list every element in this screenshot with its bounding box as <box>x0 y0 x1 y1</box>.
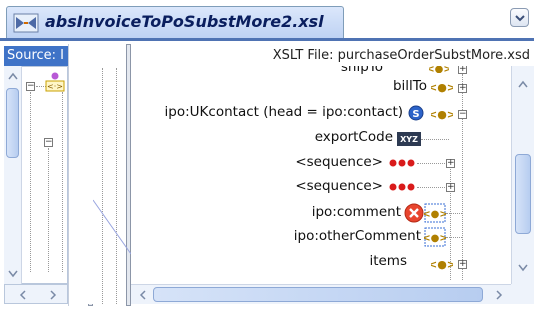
scroll-up-arrow-icon[interactable] <box>8 72 18 80</box>
substitution-group-icon: S <box>408 105 424 121</box>
tree-connector <box>417 163 445 164</box>
scroll-down-arrow-icon[interactable] <box>518 264 528 272</box>
tab-title: absInvoiceToPoSubstMore2.xsl <box>45 12 324 31</box>
svg-text:XYZ: XYZ <box>400 135 418 144</box>
xyz-icon: XYZ <box>397 132 421 146</box>
source-vscroll-thumb[interactable] <box>6 88 19 158</box>
tab-underline <box>0 38 534 41</box>
sequence-icon <box>389 159 415 167</box>
svg-text:S: S <box>412 109 419 120</box>
tree-node-label[interactable]: <sequence> <box>295 154 383 170</box>
source-tree-connector <box>30 92 31 272</box>
chevron-down-icon <box>515 15 525 22</box>
source-horizontal-scrollbar[interactable] <box>4 284 68 304</box>
svg-text:<●>: <●> <box>431 258 453 271</box>
target-tree-panel[interactable]: shipTo <●> + billTo <●> + ipo:UKcontact … <box>131 66 511 284</box>
tree-node-label[interactable]: ipo:comment <box>312 204 401 220</box>
tree-connector <box>446 213 462 214</box>
source-panel-header: Source: I <box>4 46 68 66</box>
target-hscroll-thumb[interactable] <box>153 287 483 302</box>
tree-connector <box>421 139 449 140</box>
tree-connector <box>417 187 445 188</box>
tab-list-dropdown-button[interactable] <box>510 8 529 27</box>
svg-text:<●>: <●> <box>424 209 446 220</box>
error-icon <box>404 203 424 223</box>
element-icon: <●> <box>424 227 446 247</box>
target-horizontal-scrollbar[interactable] <box>131 284 511 304</box>
target-vertical-scrollbar[interactable] <box>511 66 534 284</box>
tree-expander[interactable]: + <box>458 84 467 93</box>
scroll-left-arrow-icon[interactable] <box>19 290 27 300</box>
svg-text:<●>: <●> <box>429 66 449 73</box>
editor-tab[interactable]: absInvoiceToPoSubstMore2.xsl <box>6 6 344 38</box>
panel-gap <box>68 44 89 306</box>
tree-connector <box>462 74 463 280</box>
element-icon: <●> <box>424 203 446 223</box>
element-icon: <●> <box>431 81 453 94</box>
source-tree-expander[interactable]: − <box>44 138 53 147</box>
scroll-left-arrow-icon[interactable] <box>139 290 147 300</box>
element-icon: <·> <box>45 72 65 92</box>
sequence-icon <box>389 183 415 191</box>
svg-text:<●>: <●> <box>424 233 446 244</box>
tree-node-label[interactable]: ipo:UKcontact (head = ipo:contact) <box>165 104 403 120</box>
element-icon: <●> <box>431 258 453 271</box>
tree-node-label[interactable]: shipTo <box>341 66 383 75</box>
tree-expander[interactable]: − <box>458 110 467 119</box>
scroll-right-arrow-icon[interactable] <box>495 290 503 300</box>
element-icon: <●> <box>431 108 453 121</box>
scroll-down-arrow-icon[interactable] <box>8 270 18 278</box>
element-icon: <●> <box>429 66 449 73</box>
tree-node-label[interactable]: <sequence> <box>295 178 383 194</box>
scroll-right-arrow-icon[interactable] <box>49 290 57 300</box>
xslt-map-icon <box>13 13 39 33</box>
tree-expander[interactable]: + <box>458 66 467 74</box>
tree-expander[interactable]: + <box>446 183 455 192</box>
tree-node-label[interactable]: exportCode <box>315 129 393 145</box>
svg-text:<●>: <●> <box>431 81 453 94</box>
source-tree-expander[interactable]: − <box>26 82 35 91</box>
scroll-up-arrow-icon[interactable] <box>518 80 528 88</box>
target-vscroll-thumb[interactable] <box>515 154 531 234</box>
svg-text:<·>: <·> <box>47 82 63 91</box>
svg-text:<●>: <●> <box>431 108 453 121</box>
tree-expander[interactable]: + <box>446 159 455 168</box>
tree-node-label[interactable]: items <box>369 253 407 269</box>
scroll-corner <box>511 284 534 304</box>
tree-node-label[interactable]: billTo <box>393 78 427 94</box>
tree-node-label[interactable]: ipo:otherComment <box>294 228 421 244</box>
tree-connector <box>446 237 462 238</box>
target-panel-header: XSLT File: purchaseOrderSubstMore.xsd <box>272 48 530 63</box>
source-vertical-scrollbar[interactable] <box>4 66 22 284</box>
tree-expander[interactable]: + <box>458 260 467 269</box>
source-tree-connector <box>62 92 63 272</box>
source-tree-connector <box>48 148 49 272</box>
